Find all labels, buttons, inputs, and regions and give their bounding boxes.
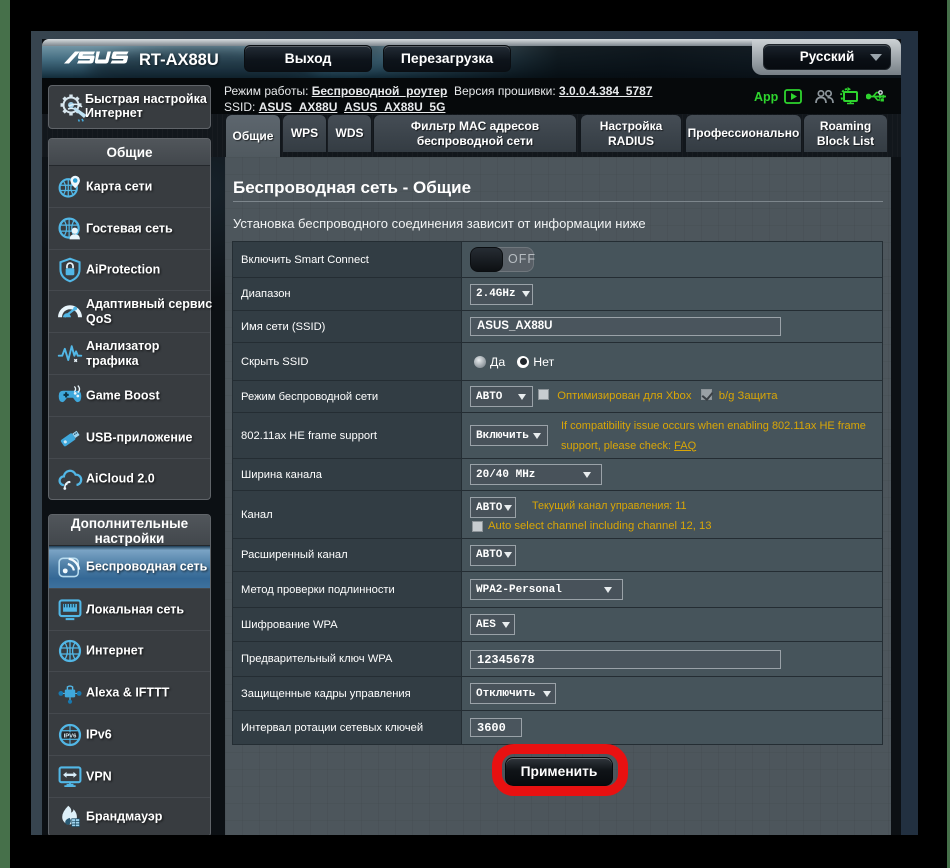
svg-text:IPV6: IPV6	[64, 733, 77, 739]
